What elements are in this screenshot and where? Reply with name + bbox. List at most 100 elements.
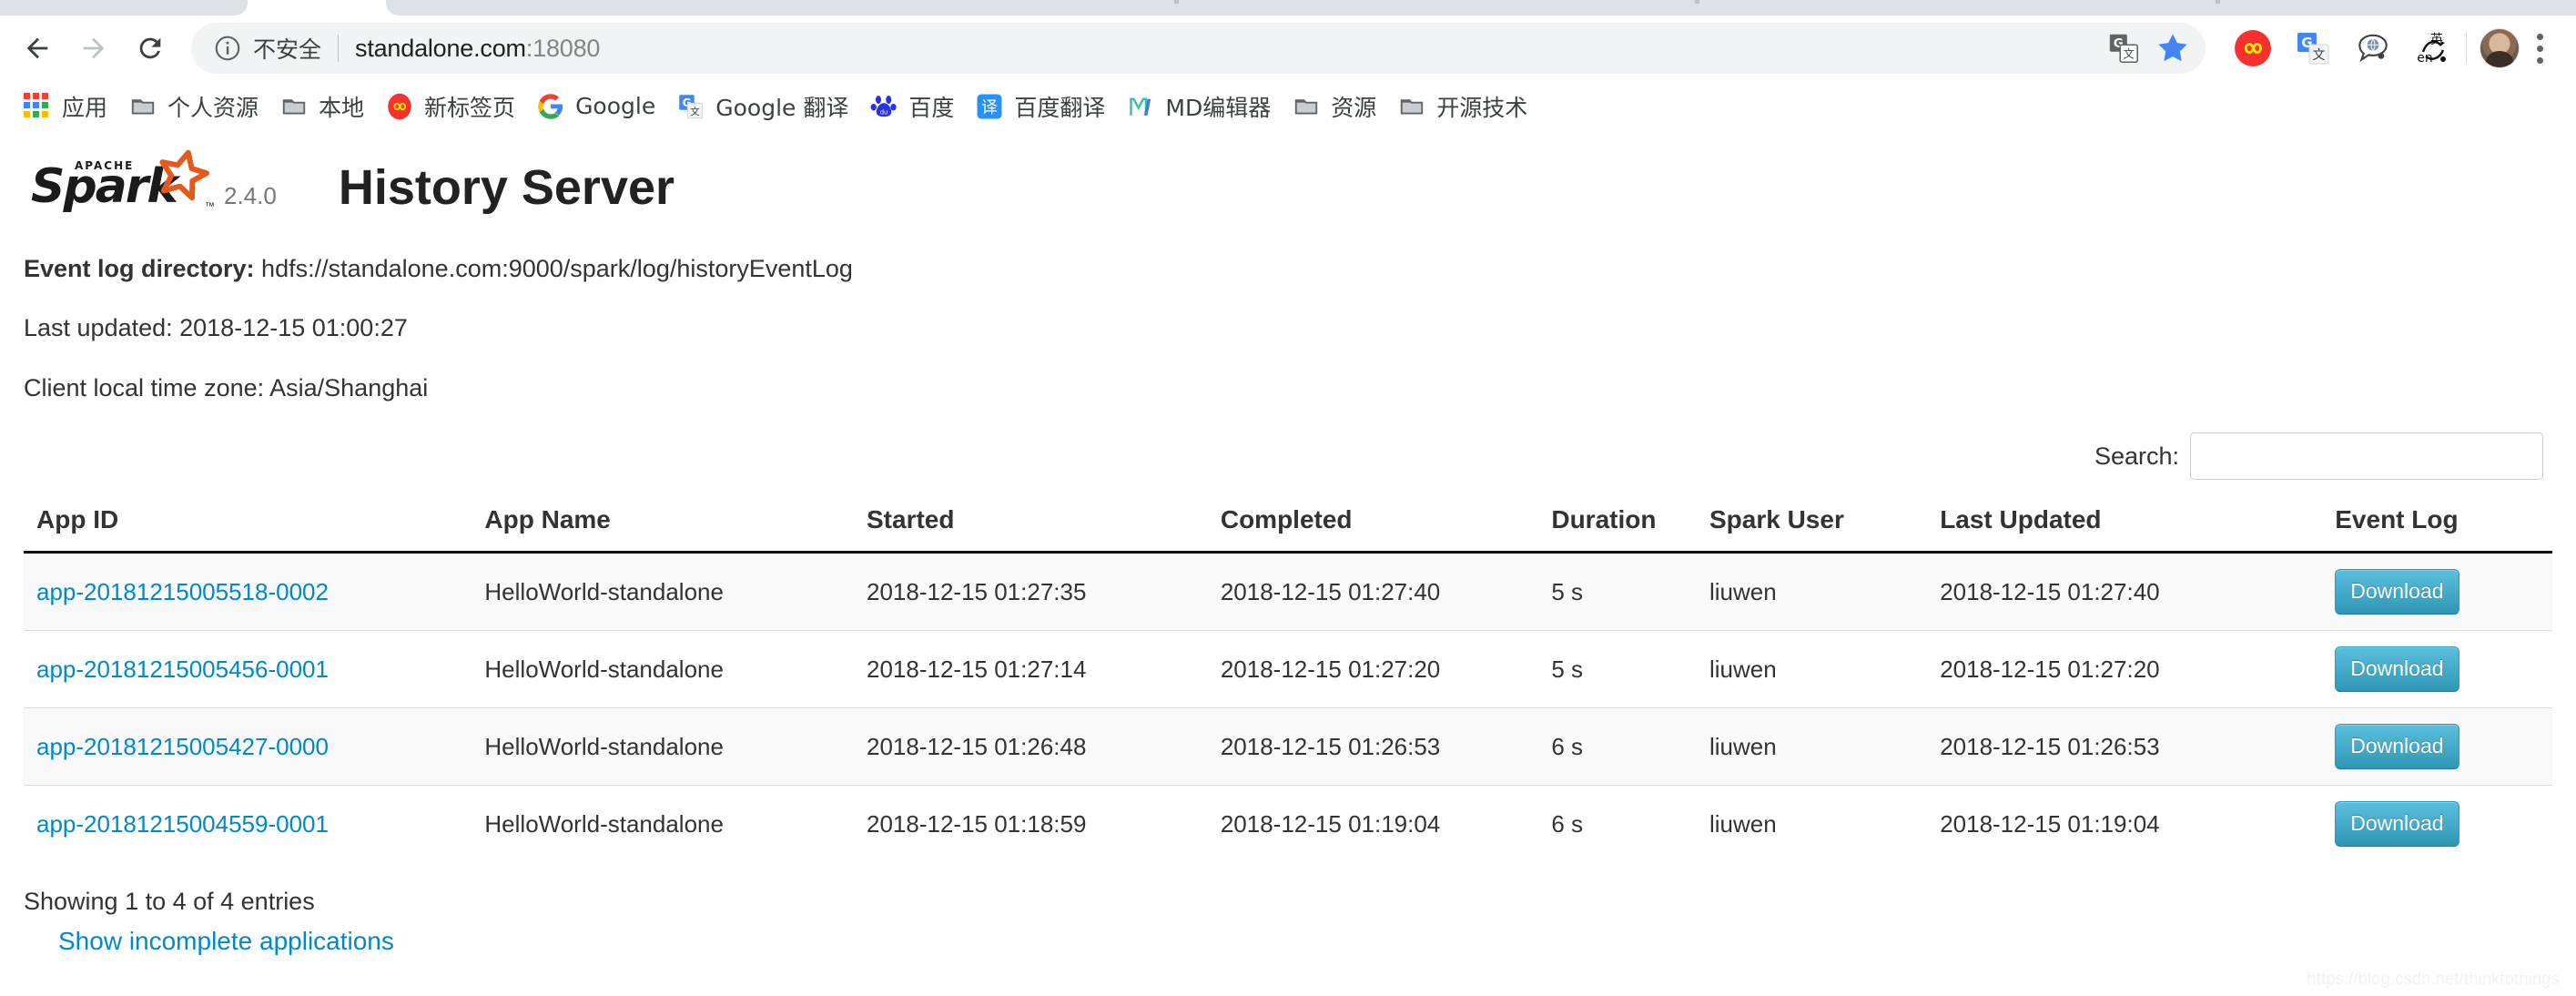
bookmark-google-translate[interactable]: G 文 Google 翻译: [666, 86, 859, 127]
google-translate-extension-button[interactable]: G 文: [2293, 28, 2333, 68]
table-body: app-20181215005518-0002 HelloWorld-stand…: [24, 552, 2552, 863]
search-input[interactable]: [2190, 432, 2543, 481]
profile-avatar-button[interactable]: [2480, 28, 2520, 68]
tab-inactive-left[interactable]: [0, 0, 248, 15]
spark-star-icon: [159, 149, 209, 201]
column-header-spark-user[interactable]: Spark User: [1709, 505, 1941, 554]
folder-icon: [1401, 98, 1424, 114]
cell-event-log: Download: [2335, 552, 2552, 631]
column-header-app-name[interactable]: App Name: [484, 505, 867, 554]
chrome-menu-kebab-icon: [2524, 33, 2555, 64]
speech-bubble-globe-icon: [2358, 34, 2388, 63]
event-log-directory-value: hdfs://standalone.com:9000/spark/log/his…: [254, 255, 853, 282]
cell-spark-user: liuwen: [1709, 785, 1941, 863]
column-header-app-id[interactable]: App ID: [24, 505, 485, 554]
bookmark-md-editor[interactable]: MD编辑器: [1116, 86, 1282, 127]
bookmarks-bar: 应用 个人资源 本地 新标签页 Google G 文 Google 翻译 du …: [0, 81, 2576, 132]
cell-last-updated: 2018-12-15 01:27:40: [1940, 552, 2336, 631]
bookmark-folder-local[interactable]: 本地: [269, 86, 375, 127]
url-port: :18080: [525, 34, 601, 62]
server-info: Event log directory: hdfs://standalone.c…: [24, 254, 2552, 402]
address-bar[interactable]: 不安全 standalone.com:18080 G 文: [191, 23, 2206, 74]
tab-inactive-right[interactable]: [386, 0, 2576, 15]
address-bar-url[interactable]: standalone.com:18080: [355, 35, 600, 63]
download-button[interactable]: Download: [2335, 801, 2459, 848]
bookmark-baidu-translate[interactable]: 译 百度翻译: [965, 86, 1116, 127]
url-host: standalone.com: [355, 34, 526, 62]
info-circle-icon: [215, 36, 240, 61]
back-arrow-icon: [26, 37, 48, 59]
app-id-link[interactable]: app-20181215005427-0000: [36, 733, 329, 760]
cell-app-id: app-20181215005518-0002: [24, 552, 485, 631]
tab-active[interactable]: [248, 0, 386, 15]
browser-toolbar: 不安全 standalone.com:18080 G 文 G 文 英 en: [0, 15, 2576, 81]
cell-last-updated: 2018-12-15 01:19:04: [1940, 785, 2336, 863]
bookmark-new-tab[interactable]: 新标签页: [375, 86, 526, 127]
app-id-link[interactable]: app-20181215004559-0001: [36, 810, 329, 838]
page-header: APACHE Spark ™ 2.4.0 History Server: [24, 132, 2552, 219]
cell-started: 2018-12-15 01:26:48: [867, 707, 1221, 786]
download-button[interactable]: Download: [2335, 569, 2459, 615]
infinity-icon: [2235, 30, 2271, 66]
bookmark-baidu[interactable]: du 百度: [859, 86, 965, 127]
event-log-directory-label: Event log directory:: [24, 255, 255, 282]
svg-text:译: 译: [981, 97, 998, 117]
svg-text:du: du: [880, 108, 888, 116]
bookmark-label: 开源技术: [1436, 94, 1528, 121]
cell-completed: 2018-12-15 01:26:53: [1220, 707, 1552, 786]
watermark: https://blog.csdn.net/thinktothings: [2307, 970, 2560, 988]
bookmark-google[interactable]: Google: [526, 86, 666, 127]
baidu-translate-icon: 译: [977, 94, 1002, 118]
folder-icon: [282, 98, 306, 114]
bookmark-folder-personal[interactable]: 个人资源: [118, 86, 269, 127]
table-row: app-20181215004559-0001 HelloWorld-stand…: [24, 785, 2552, 863]
column-header-completed[interactable]: Completed: [1220, 505, 1552, 554]
forward-button[interactable]: [66, 20, 122, 76]
show-incomplete-applications-link[interactable]: Show incomplete applications: [58, 927, 394, 955]
cell-duration: 6 s: [1551, 785, 1709, 863]
table-row: app-20181215005518-0002 HelloWorld-stand…: [24, 552, 2552, 631]
svg-text:文: 文: [2124, 46, 2135, 60]
apache-spark-logo: APACHE Spark ™: [24, 149, 215, 219]
google-translate-icon: G 文: [2109, 34, 2138, 63]
tab-divider: [1695, 0, 1699, 4]
search-label: Search:: [2094, 442, 2179, 470]
spark-version: 2.4.0: [224, 182, 277, 209]
svg-text:文: 文: [690, 106, 700, 117]
bookmark-star-button[interactable]: [2153, 28, 2193, 68]
google-translate-icon: G 文: [2297, 33, 2329, 65]
tab-strip: [0, 0, 2576, 15]
cell-app-id: app-20181215004559-0001: [24, 785, 485, 863]
table-footer: Showing 1 to 4 of 4 entries Show incompl…: [24, 888, 2552, 956]
cell-app-name: HelloWorld-standalone: [484, 785, 867, 863]
back-button[interactable]: [9, 20, 66, 76]
avatar: [2480, 28, 2520, 68]
speech-bubble-extension-button[interactable]: [2353, 28, 2393, 68]
page-content: APACHE Spark ™ 2.4.0 History Server Even…: [0, 132, 2576, 996]
cell-completed: 2018-12-15 01:27:20: [1220, 630, 1552, 708]
table-head: App ID App Name Started Completed Durati…: [24, 505, 2552, 554]
bookmark-label: 百度翻译: [1014, 94, 1106, 121]
bookmark-folder-opensource[interactable]: 开源技术: [1387, 86, 1538, 127]
column-header-last-updated[interactable]: Last Updated: [1940, 505, 2336, 554]
chrome-menu-button[interactable]: [2520, 28, 2560, 68]
infinity-extension-button[interactable]: [2233, 28, 2273, 68]
omnibox-divider: [338, 35, 340, 62]
bookmark-folder-resources[interactable]: 资源: [1282, 86, 1387, 127]
en-translate-extension-button[interactable]: 英 en: [2413, 28, 2453, 68]
cell-completed: 2018-12-15 01:19:04: [1220, 785, 1552, 863]
translate-page-button[interactable]: G 文: [2104, 28, 2144, 68]
column-header-started[interactable]: Started: [867, 505, 1221, 554]
site-info-button[interactable]: [213, 34, 242, 63]
download-button[interactable]: Download: [2335, 646, 2459, 693]
bookmark-apps[interactable]: 应用: [13, 86, 118, 127]
download-button[interactable]: Download: [2335, 724, 2459, 770]
cell-app-name: HelloWorld-standalone: [484, 552, 867, 631]
app-id-link[interactable]: app-20181215005518-0002: [36, 578, 329, 605]
column-header-event-log[interactable]: Event Log: [2335, 505, 2552, 554]
reload-button[interactable]: [122, 20, 178, 76]
cell-spark-user: liuwen: [1709, 707, 1941, 786]
browser-window: 不安全 standalone.com:18080 G 文 G 文 英 en 应用…: [0, 0, 2576, 996]
app-id-link[interactable]: app-20181215005456-0001: [36, 656, 329, 683]
column-header-duration[interactable]: Duration: [1551, 505, 1709, 554]
